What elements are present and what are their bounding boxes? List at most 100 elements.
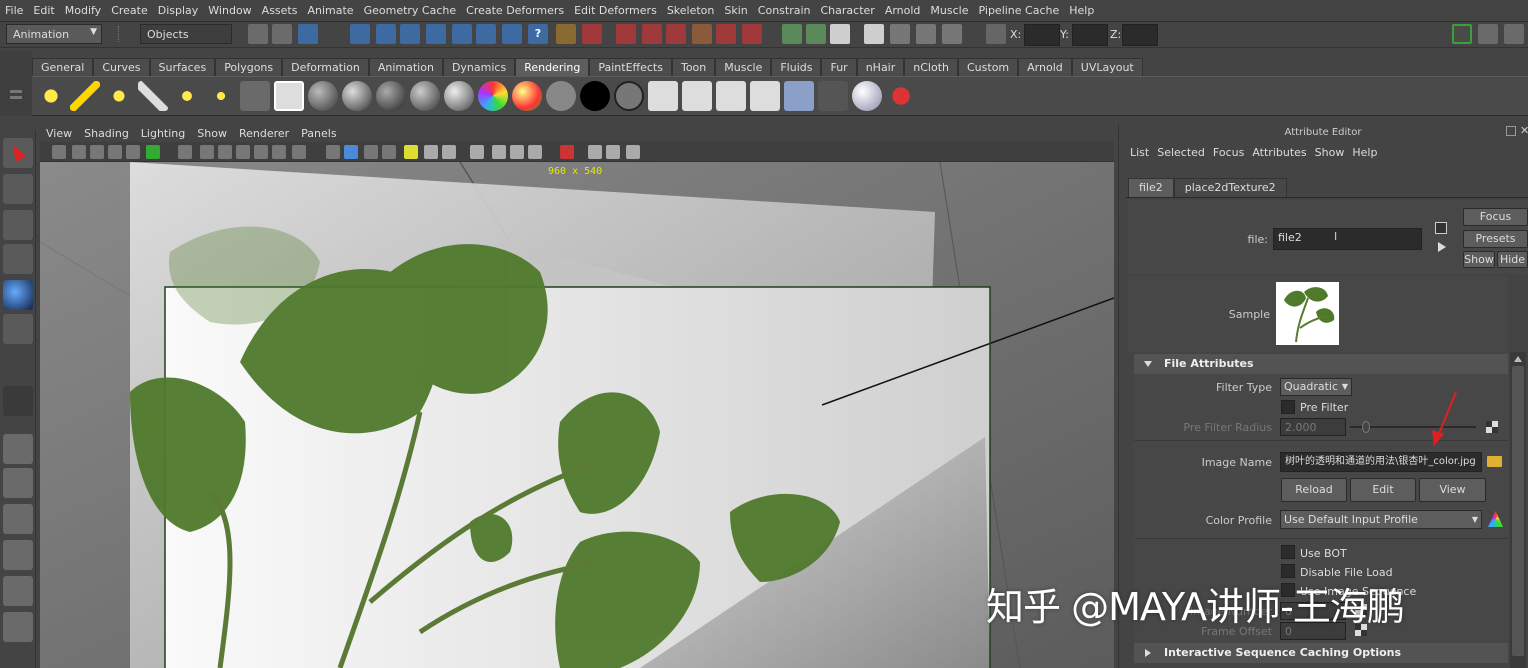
tool-settings-icon[interactable]	[1504, 24, 1524, 44]
ae-menu-help[interactable]: Help	[1348, 146, 1381, 159]
move-tool-icon[interactable]	[3, 244, 33, 274]
shelf-tab-muscle[interactable]: Muscle	[715, 58, 772, 76]
ambient-occlusion-icon[interactable]	[442, 145, 456, 159]
use-all-lights-icon[interactable]	[404, 145, 418, 159]
menu-set-dropdown[interactable]: Animation ▼	[6, 24, 102, 44]
area-light-icon[interactable]	[172, 81, 202, 111]
shelf-tab-general[interactable]: General	[32, 58, 94, 76]
ipr-render-shelf-icon[interactable]	[682, 81, 712, 111]
surface-shader-icon[interactable]	[546, 81, 576, 111]
field-chart-icon[interactable]	[254, 145, 268, 159]
shelf-tab-rendering[interactable]: Rendering	[515, 58, 590, 76]
menu-edit[interactable]: Edit	[28, 4, 59, 17]
menu-create[interactable]: Create	[106, 4, 153, 17]
shadow-shader-icon[interactable]	[580, 81, 610, 111]
input-connection-icon[interactable]	[1435, 222, 1447, 234]
snap-grid-icon[interactable]	[350, 24, 370, 44]
file-attributes-section-header[interactable]: File Attributes	[1134, 354, 1508, 374]
safe-title-icon[interactable]	[292, 145, 306, 159]
snap-surface-icon[interactable]	[452, 24, 472, 44]
viewport-panel[interactable]	[40, 162, 1114, 668]
paint-brush-icon[interactable]	[886, 81, 916, 111]
spot-light-icon[interactable]	[138, 81, 168, 111]
shelf-tab-painteffects[interactable]: PaintEffects	[589, 58, 672, 76]
wireframe-icon[interactable]	[326, 145, 340, 159]
phong-sphere-icon[interactable]	[342, 81, 372, 111]
menu-geometry-cache[interactable]: Geometry Cache	[359, 4, 462, 17]
lambert-sphere-icon[interactable]	[308, 81, 338, 111]
image-name-input[interactable]: 树叶的透明和通道的用法\银杏叶_color.jpg	[1280, 452, 1482, 472]
viewport-menu-panels[interactable]: Panels	[295, 127, 342, 140]
select-camera-icon[interactable]	[52, 145, 66, 159]
select-component-icon[interactable]	[298, 24, 318, 44]
caching-section-header[interactable]: Interactive Sequence Caching Options	[1134, 643, 1508, 663]
rotate-tool-icon[interactable]	[3, 280, 33, 310]
close-icon[interactable]: ✕	[1520, 124, 1528, 137]
shelf-tab-ncloth[interactable]: nCloth	[904, 58, 958, 76]
single-perspective-layout-icon[interactable]	[3, 434, 33, 464]
menu-constrain[interactable]: Constrain	[753, 4, 816, 17]
view-button[interactable]: View	[1419, 478, 1486, 502]
menu-modify[interactable]: Modify	[60, 4, 106, 17]
render-icon[interactable]	[616, 24, 636, 44]
pre-filter-radius-slider-handle[interactable]	[1362, 421, 1370, 433]
transform-mode-icon[interactable]	[986, 24, 1006, 44]
shelf-tab-surfaces[interactable]: Surfaces	[149, 58, 216, 76]
select-tool-icon[interactable]	[3, 138, 33, 168]
menu-window[interactable]: Window	[203, 4, 256, 17]
layered-shader-icon[interactable]	[444, 81, 474, 111]
history-icon[interactable]	[502, 24, 522, 44]
menu-arnold[interactable]: Arnold	[880, 4, 926, 17]
pre-filter-checkbox[interactable]	[1281, 400, 1295, 414]
smooth-shade-icon[interactable]	[344, 145, 358, 159]
menu-help[interactable]: Help	[1064, 4, 1099, 17]
highlight-select-icon[interactable]	[560, 145, 574, 159]
snap-point-icon[interactable]	[400, 24, 420, 44]
image-plane-icon[interactable]	[806, 24, 826, 44]
ipr-render-icon[interactable]	[642, 24, 662, 44]
camera-attributes-icon[interactable]	[72, 145, 86, 159]
menu-muscle[interactable]: Muscle	[925, 4, 973, 17]
material-sphere-icon[interactable]	[852, 81, 882, 111]
backface-culling-icon[interactable]	[606, 145, 620, 159]
last-tool-icon[interactable]	[3, 386, 33, 416]
select-hierarchy-icon[interactable]	[248, 24, 268, 44]
resolution-gate-icon[interactable]	[218, 145, 232, 159]
ae-tab-place2dtexture2[interactable]: place2dTexture2	[1173, 178, 1287, 197]
layout-toggle-icon[interactable]	[1452, 24, 1472, 44]
bookmarks-icon[interactable]	[90, 145, 104, 159]
shelf-tab-toon[interactable]: Toon	[671, 58, 716, 76]
shelf-tab-curves[interactable]: Curves	[93, 58, 150, 76]
film-gate-icon[interactable]	[200, 145, 214, 159]
anisotropic-sphere-icon[interactable]	[410, 81, 440, 111]
pre-filter-radius-input[interactable]: 2.000	[1280, 418, 1346, 436]
shelf-tab-animation[interactable]: Animation	[368, 58, 443, 76]
point-light-icon[interactable]	[104, 81, 134, 111]
node-name-input[interactable]: file2 I	[1273, 228, 1422, 250]
snap-curve-icon[interactable]	[376, 24, 396, 44]
shelf-tab-uvlayout[interactable]: UVLayout	[1071, 58, 1143, 76]
reload-button[interactable]: Reload	[1281, 478, 1347, 502]
image-plane-toggle-icon[interactable]	[108, 145, 122, 159]
scale-tool-icon[interactable]	[3, 314, 33, 344]
shelf-tab-fluids[interactable]: Fluids	[771, 58, 822, 76]
render-view-icon[interactable]	[716, 24, 736, 44]
viewport-menu-view[interactable]: View	[40, 127, 78, 140]
presets-button[interactable]: Presets	[1463, 230, 1528, 248]
menu-animate[interactable]: Animate	[302, 4, 358, 17]
blinn-shader-icon[interactable]	[274, 81, 304, 111]
default-material-icon[interactable]	[364, 145, 378, 159]
light-icon[interactable]	[942, 24, 962, 44]
folder-icon[interactable]	[1487, 456, 1502, 467]
menu-create-deformers[interactable]: Create Deformers	[461, 4, 569, 17]
render-settings-icon[interactable]	[666, 24, 686, 44]
shelf-tab-deformation[interactable]: Deformation	[282, 58, 369, 76]
menu-pipeline-cache[interactable]: Pipeline Cache	[974, 4, 1065, 17]
smooth-wire-icon[interactable]	[626, 145, 640, 159]
isolate-select-icon[interactable]	[528, 145, 542, 159]
transparent-shader-icon[interactable]	[614, 81, 644, 111]
menu-skin[interactable]: Skin	[719, 4, 752, 17]
ae-menu-attributes[interactable]: Attributes	[1248, 146, 1310, 159]
focus-button[interactable]: Focus	[1463, 208, 1528, 226]
phonge-sphere-icon[interactable]	[376, 81, 406, 111]
